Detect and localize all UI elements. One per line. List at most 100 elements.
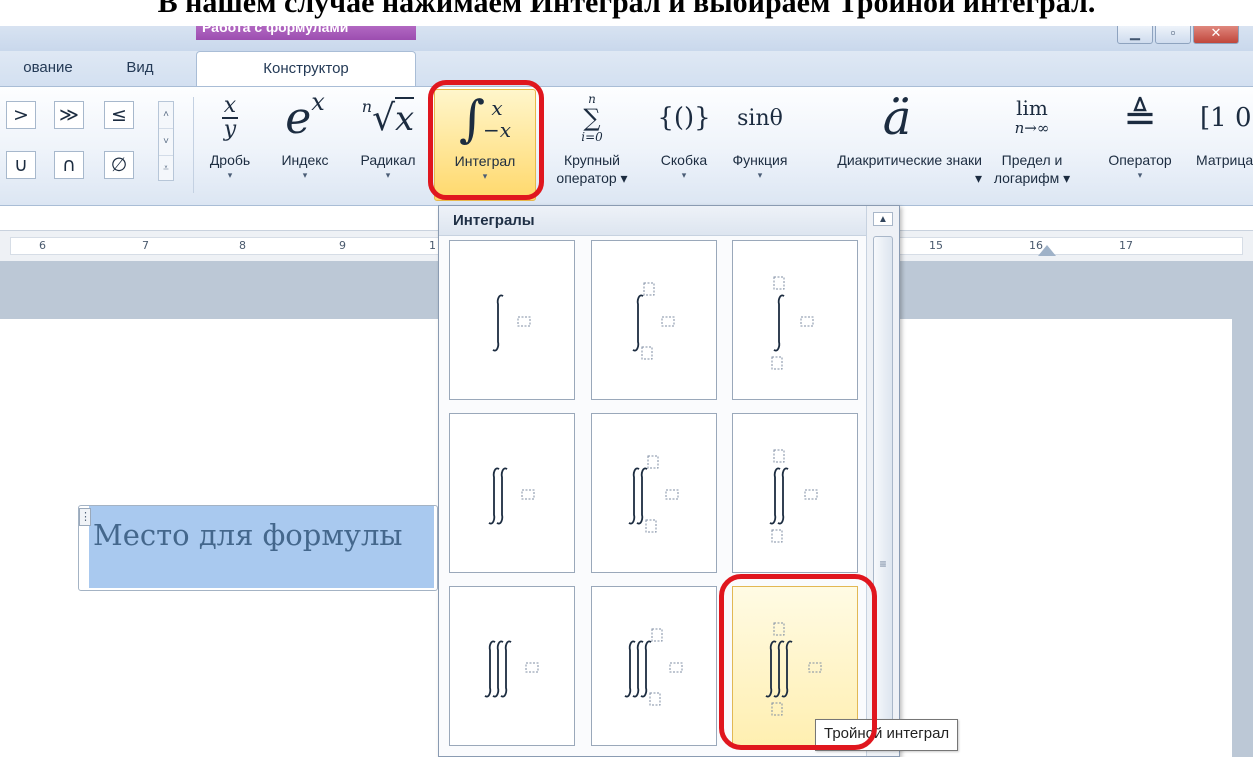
gallery-header: Интегралы (439, 206, 867, 236)
script-label: Индекс (281, 152, 329, 168)
radical-base: x (395, 97, 415, 139)
operator-button[interactable]: ≜ Оператор ▾ (1092, 89, 1188, 201)
large-operator-button[interactable]: n ∑ i=0 Крупный оператор ▾ (540, 89, 644, 201)
symbol-greater[interactable]: > (6, 101, 36, 129)
integral-with-limits-above-below-icon (771, 276, 814, 370)
symbol-less-equal[interactable]: ≤ (104, 101, 134, 129)
integral-sign-icon (624, 640, 636, 698)
operator-icon: ≜ (1123, 95, 1157, 141)
double-integral-option[interactable] (449, 413, 575, 573)
scroll-thumb[interactable]: ≡ (873, 236, 893, 736)
accent-label: Диакритические знаки ▾ (837, 152, 982, 186)
fraction-button[interactable]: x y Дробь ▾ (200, 89, 260, 201)
integrals-gallery: Интегралы ▲ ≡ (438, 205, 900, 757)
chevron-down-icon: ▾ (757, 170, 763, 180)
limit-log-label: Предел и логарифм ▾ (993, 152, 1071, 186)
placeholder-box (773, 622, 785, 636)
limit-icon: lim n→∞ (982, 89, 1082, 147)
grip-icon: ≡ (879, 557, 887, 571)
integral-with-limits-subsup-option[interactable] (591, 240, 717, 400)
script-icon: ex (268, 88, 342, 147)
placeholder-box (808, 662, 822, 673)
placeholder-box (517, 316, 531, 327)
function-icon: sinθ (737, 105, 783, 131)
chevron-down-icon: ▾ (227, 170, 233, 180)
matrix-button[interactable]: [1 0 Матрица (1192, 89, 1253, 201)
scroll-up-icon[interactable]: ▲ (873, 212, 893, 226)
symbol-empty-set[interactable]: ∅ (104, 151, 134, 179)
symbols-scrollbar[interactable]: ˄ ˅ ⩡ (158, 101, 174, 181)
placeholder-box (661, 316, 675, 327)
placeholder-box (521, 489, 535, 500)
double-integral-with-limits-subsup-icon (628, 455, 679, 533)
tab-review[interactable]: ование (0, 51, 96, 86)
bracket-label: Скобка (660, 152, 708, 168)
script-base: e (285, 92, 312, 144)
bracket-button[interactable]: {()} Скобка ▾ (648, 89, 720, 201)
symbol-union[interactable]: ∪ (6, 151, 36, 179)
integral-sign-icon (488, 467, 500, 525)
triple-integral-option[interactable] (449, 586, 575, 746)
radical-sign: √ (372, 97, 396, 139)
fraction-label: Дробь (209, 152, 251, 168)
limit-log-button[interactable]: lim n→∞ Предел и логарифм ▾ (982, 89, 1082, 201)
matrix-icon: [1 0 (1200, 103, 1252, 133)
placeholder-box (645, 519, 657, 533)
symbol-intersection[interactable]: ∩ (54, 151, 84, 179)
ruler-number: 9 (339, 239, 346, 252)
placeholder-box (669, 662, 683, 673)
more-icon[interactable]: ⩡ (159, 156, 173, 182)
integral-button[interactable]: ∫ x −x Интеграл ▾ (434, 89, 536, 201)
limit-top: lim (1016, 96, 1048, 120)
large-operator-label: Крупный оператор ▾ (556, 152, 628, 186)
function-button[interactable]: sinθ Функция ▾ (722, 89, 798, 201)
placeholder-box (771, 356, 783, 370)
triple-integral-with-limits-subsup-option[interactable] (591, 586, 717, 746)
tooltip: Тройной интеграл (815, 719, 959, 751)
triple-integral-icon (484, 640, 539, 698)
integral-sign-icon (773, 640, 785, 698)
fraction-icon: x y (200, 89, 260, 147)
integral-sign-icon (636, 467, 648, 525)
fraction-numerator: x (223, 93, 237, 118)
placeholder-box (773, 449, 785, 463)
scroll-down-icon[interactable]: ˅ (159, 129, 173, 156)
integral-sign-icon (632, 294, 644, 352)
integral-sign-icon (492, 294, 504, 352)
placeholder-box (804, 489, 818, 500)
bracket-icon: {()} (657, 103, 711, 133)
ruler-number: 1 (429, 239, 436, 252)
limit-bottom: n→∞ (1014, 119, 1050, 137)
placeholder-box (643, 282, 655, 296)
equation-placeholder[interactable]: Место для формулы (89, 506, 434, 588)
tab-view[interactable]: Вид (112, 51, 168, 86)
symbol-much-greater[interactable]: ≫ (54, 101, 84, 129)
script-superscript: x (311, 88, 325, 116)
ruler-number: 8 (239, 239, 246, 252)
radical-button[interactable]: n √ x Радикал ▾ (350, 89, 426, 201)
gallery-scrollbar[interactable]: ▲ ≡ (866, 206, 899, 756)
right-indent-marker[interactable] (1038, 245, 1056, 256)
radical-index: n (361, 96, 373, 116)
placeholder-box (647, 455, 659, 469)
double-integral-with-limits-subsup-option[interactable] (591, 413, 717, 573)
accent-button[interactable]: ä Диакритические знаки ▾ (812, 89, 982, 201)
integral-upper-limit: x (491, 96, 503, 120)
integral-sign: ∫ (458, 90, 485, 148)
placeholder-box (771, 529, 783, 543)
operator-label: Оператор (1108, 152, 1172, 168)
equation-handle-icon[interactable]: ⋮ (79, 508, 91, 526)
summation-icon: n ∑ i=0 (540, 89, 644, 147)
double-integral-with-limits-above-below-option[interactable] (732, 413, 858, 573)
integral-option[interactable] (449, 240, 575, 400)
scroll-up-icon[interactable]: ˄ (159, 102, 173, 129)
integral-sign-icon (640, 640, 652, 698)
integral-with-limits-above-below-option[interactable] (732, 240, 858, 400)
chevron-down-icon: ▾ (1137, 170, 1143, 180)
radical-label: Радикал (360, 152, 416, 168)
tab-design[interactable]: Конструктор (196, 51, 416, 86)
placeholder-box (651, 628, 663, 642)
placeholder-box (800, 316, 814, 327)
script-button[interactable]: ex Индекс ▾ (268, 88, 342, 201)
ruler-number: 7 (142, 239, 149, 252)
